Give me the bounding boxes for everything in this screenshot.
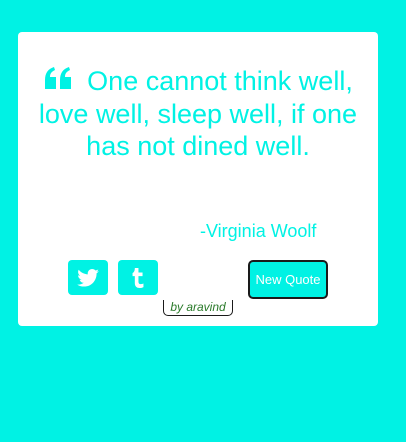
new-quote-button[interactable]: New Quote bbox=[248, 260, 328, 299]
tumblr-share-button[interactable] bbox=[118, 260, 158, 295]
quote-left-icon bbox=[43, 67, 73, 89]
quote-text-block: One cannot think well, love well, sleep … bbox=[30, 65, 366, 163]
quote-box: One cannot think well, love well, sleep … bbox=[18, 32, 378, 326]
tumblr-icon bbox=[131, 267, 145, 288]
author-credit-link[interactable]: by aravind bbox=[163, 300, 233, 316]
twitter-icon bbox=[77, 268, 99, 287]
quote-text: One cannot think well, love well, sleep … bbox=[38, 66, 358, 161]
tweet-quote-button[interactable] bbox=[68, 260, 108, 295]
quote-author: -Virginia Woolf bbox=[200, 221, 317, 241]
